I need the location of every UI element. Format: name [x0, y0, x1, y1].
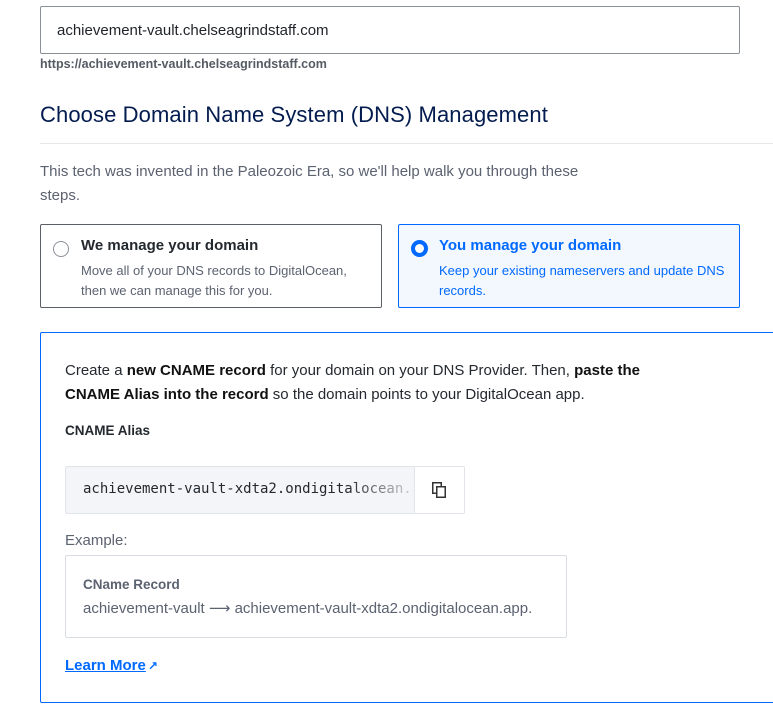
example-record-label: CName Record [83, 577, 180, 592]
dns-intro-text: This tech was invented in the Paleozoic … [40, 163, 579, 204]
option-title: You manage your domain [439, 237, 622, 254]
you-manage-domain-option[interactable]: You manage your domain Keep your existin… [398, 224, 740, 308]
option-description: Move all of your DNS records to DigitalO… [81, 263, 347, 298]
we-manage-domain-option[interactable]: We manage your domain Move all of your D… [40, 224, 382, 308]
domain-url-preview: https://achievement-vault.chelseagrindst… [40, 57, 327, 71]
cname-alias-field: achievement-vault-xdta2.ondigitalocean.a… [65, 466, 465, 514]
copy-button[interactable] [414, 467, 464, 513]
dns-section-title: Choose Domain Name System (DNS) Manageme… [40, 102, 548, 127]
domain-input[interactable] [40, 6, 740, 54]
section-divider [40, 143, 773, 144]
cname-alias-value[interactable]: achievement-vault-xdta2.ondigitalocean.a… [83, 481, 413, 497]
option-title: We manage your domain [81, 237, 259, 254]
learn-more-link[interactable]: Learn More ↗ [65, 657, 158, 674]
cname-alias-label: CNAME Alias [65, 423, 151, 438]
example-record-box: CName Record achievement-vault ⟶ achieve… [65, 555, 567, 638]
example-label: Example: [65, 532, 128, 549]
external-link-icon: ↗ [147, 659, 158, 673]
example-record-value: achievement-vault ⟶ achievement-vault-xd… [83, 600, 533, 617]
we-manage-radio[interactable] [53, 241, 69, 257]
option-description: Keep your existing nameservers and updat… [439, 263, 725, 298]
you-manage-radio[interactable] [411, 240, 428, 257]
cname-instructions-text: Create a new CNAME record for your domai… [65, 362, 640, 403]
cname-instructions-panel: Create a new CNAME record for your domai… [40, 332, 773, 703]
copy-icon [432, 482, 446, 498]
